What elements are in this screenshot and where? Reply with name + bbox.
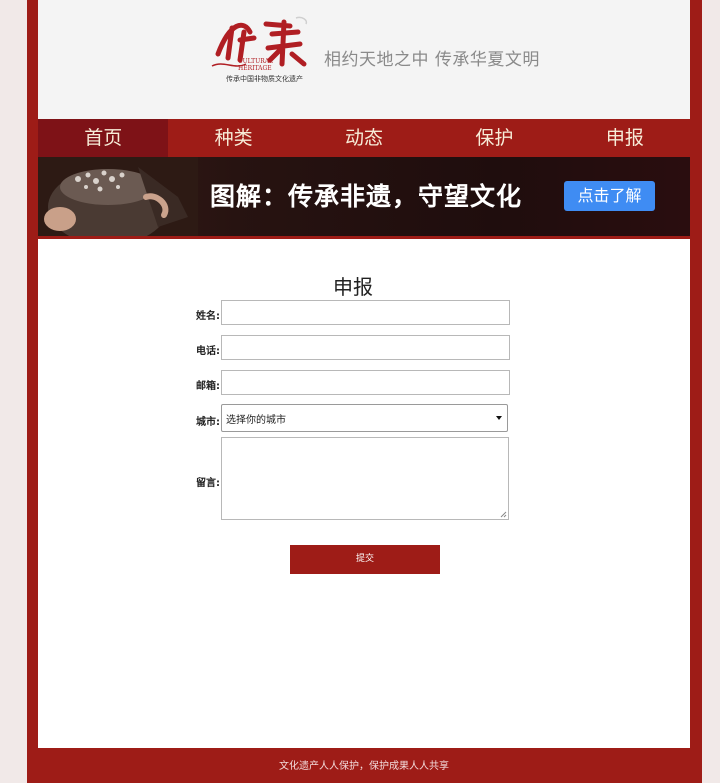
site-header: CULTURAL HERITAGE 传承中国非物质文化遗产 相约天地之中 传承华…	[38, 0, 690, 119]
svg-text:HERITAGE: HERITAGE	[238, 65, 272, 72]
promo-banner[interactable]: 图解：传承非遗，守望文化 点击了解	[38, 157, 690, 236]
message-label: 留言:	[196, 478, 220, 489]
craftsman-hands-image	[38, 157, 198, 236]
phone-field[interactable]	[221, 335, 510, 360]
nav-item-home[interactable]: 首页	[38, 119, 169, 157]
resize-handle-icon[interactable]	[500, 511, 507, 518]
page-frame: CULTURAL HERITAGE 传承中国非物质文化遗产 相约天地之中 传承华…	[27, 0, 702, 783]
main-nav: 首页 种类 动态 保护 申报	[38, 119, 690, 157]
city-label: 城市:	[196, 417, 220, 428]
nav-item-apply[interactable]: 申报	[560, 119, 690, 157]
submit-button[interactable]: 提交	[290, 545, 440, 574]
svg-text:传承中国非物质文化遗产: 传承中国非物质文化遗产	[226, 74, 303, 83]
nav-item-types[interactable]: 种类	[168, 119, 298, 157]
name-field[interactable]	[221, 300, 510, 325]
application-form-section: 申报 姓名: 电话: 邮箱: 城市: 选择你的城市 留言: 提交	[38, 239, 690, 748]
phone-label: 电话:	[196, 346, 220, 357]
svg-text:CULTURAL: CULTURAL	[238, 58, 273, 65]
form-title: 申报	[333, 275, 373, 299]
city-select-value: 选择你的城市	[226, 414, 286, 426]
learn-more-button[interactable]: 点击了解	[564, 181, 655, 211]
nav-item-protection[interactable]: 保护	[429, 119, 559, 157]
site-footer: 文化遗产人人保护，保护成果人人共享	[279, 761, 449, 772]
site-slogan: 相约天地之中 传承华夏文明	[324, 50, 540, 70]
email-label: 邮箱:	[196, 381, 220, 392]
message-textarea[interactable]	[221, 437, 509, 520]
page-container: CULTURAL HERITAGE 传承中国非物质文化遗产 相约天地之中 传承华…	[38, 0, 690, 783]
banner-title: 图解：传承非遗，守望文化	[210, 182, 523, 211]
heritage-logo[interactable]: CULTURAL HERITAGE 传承中国非物质文化遗产	[210, 14, 310, 90]
city-select[interactable]: 选择你的城市	[221, 404, 508, 432]
email-field[interactable]	[221, 370, 510, 395]
nav-item-news[interactable]: 动态	[299, 119, 429, 157]
chevron-down-icon	[496, 416, 502, 420]
name-label: 姓名:	[196, 311, 220, 322]
